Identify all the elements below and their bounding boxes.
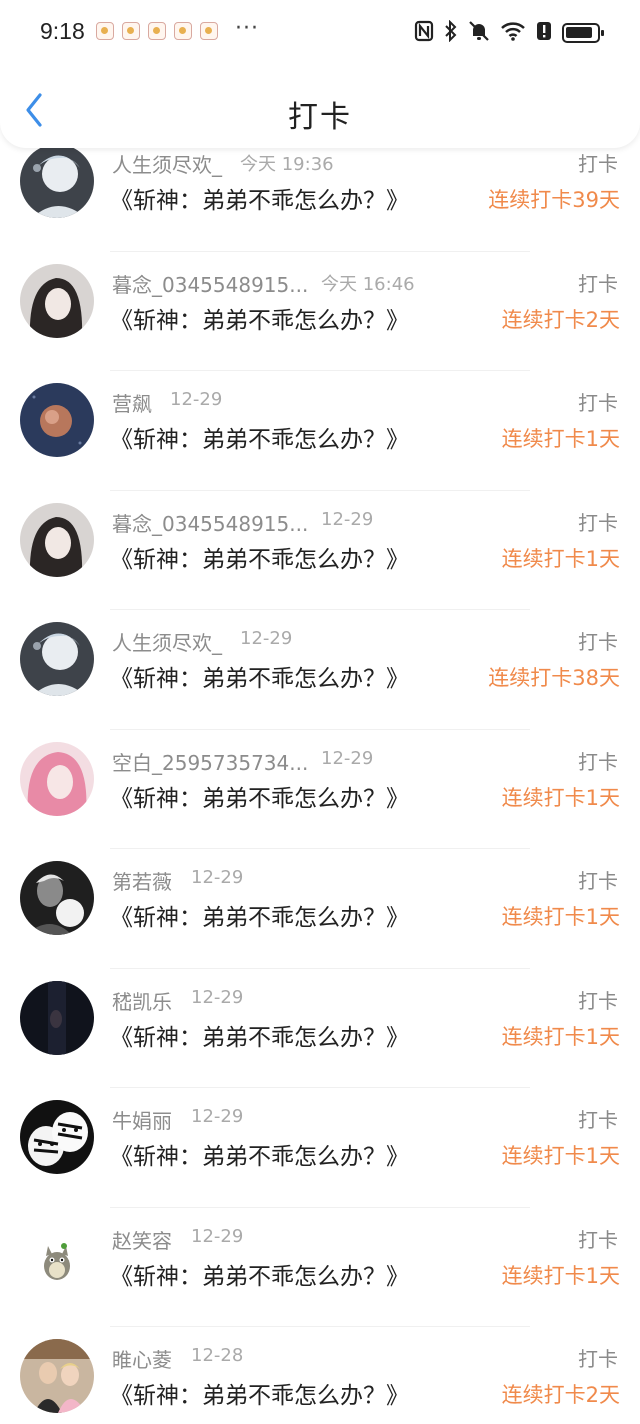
list-item[interactable]: 空白_2595735734... 12-29 打卡 《斩神：弟弟不乖怎么办？》 … xyxy=(0,730,640,849)
action-label: 打卡 xyxy=(578,630,618,654)
notification-app-icon xyxy=(122,22,140,40)
streak-label: 连续打卡1天 xyxy=(501,785,620,810)
streak-label: 连续打卡1天 xyxy=(501,427,620,451)
streak-label: 连续打卡1天 xyxy=(501,905,620,929)
post-time: 12-29 xyxy=(321,508,374,530)
streak-label: 连续打卡2天 xyxy=(501,1383,620,1407)
action-label: 打卡 xyxy=(578,510,618,535)
post-time: 12-29 xyxy=(321,747,374,769)
book-title[interactable]: 《斩神：弟弟不乖怎么办？》 xyxy=(110,1376,409,1410)
streak-label: 连续打卡1天 xyxy=(501,1144,620,1168)
mute-icon xyxy=(468,20,490,46)
book-title[interactable]: 《斩神：弟弟不乖怎么办？》 xyxy=(110,301,409,335)
user-name[interactable]: 牛娟丽 xyxy=(112,1105,172,1134)
post-time: 12-29 xyxy=(191,986,244,1008)
notification-app-icon xyxy=(96,22,114,40)
user-name[interactable]: 暮念_0345548915... xyxy=(112,269,308,298)
action-label: 打卡 xyxy=(578,1108,618,1132)
list-item[interactable]: 嵇凯乐 12-29 打卡 《斩神：弟弟不乖怎么办？》 连续打卡1天 xyxy=(0,969,640,1088)
notification-app-icon xyxy=(148,22,166,40)
post-time: 12-29 xyxy=(191,1225,244,1247)
list-item[interactable]: 暮念_0345548915... 今天 16:46 打卡 《斩神：弟弟不乖怎么办… xyxy=(0,252,640,371)
avatar[interactable] xyxy=(20,741,94,816)
streak-label: 连续打卡1天 xyxy=(501,546,620,571)
avatar[interactable] xyxy=(20,861,94,935)
notification-icons xyxy=(96,22,218,40)
user-name[interactable]: 暮念_0345548915... xyxy=(112,508,308,537)
status-bar: 9:18 ··· xyxy=(0,0,640,68)
list-item[interactable]: 第若薇 12-29 打卡 《斩神：弟弟不乖怎么办？》 连续打卡1天 xyxy=(0,849,640,969)
wifi-icon xyxy=(500,20,526,46)
user-name[interactable]: 人生须尽欢_ xyxy=(112,627,222,656)
book-title[interactable]: 《斩神：弟弟不乖怎么办？》 xyxy=(110,898,409,932)
user-name[interactable]: 第若薇 xyxy=(112,866,172,895)
book-title[interactable]: 《斩神：弟弟不乖怎么办？》 xyxy=(110,181,409,215)
action-label: 打卡 xyxy=(578,1347,618,1371)
book-title[interactable]: 《斩神：弟弟不乖怎么办？》 xyxy=(110,1018,409,1052)
user-name[interactable]: 营飙 xyxy=(112,388,152,417)
post-time: 12-28 xyxy=(191,1345,244,1366)
avatar[interactable] xyxy=(20,622,94,696)
list-item[interactable]: 暮念_0345548915... 12-29 打卡 《斩神：弟弟不乖怎么办？》 … xyxy=(0,491,640,610)
streak-label: 连续打卡1天 xyxy=(501,1263,620,1288)
action-label: 打卡 xyxy=(578,391,618,415)
post-time: 12-29 xyxy=(240,628,293,649)
avatar[interactable] xyxy=(20,1100,94,1174)
post-time: 12-29 xyxy=(170,389,223,410)
more-notifications-icon: ··· xyxy=(235,16,259,41)
streak-label: 连续打卡2天 xyxy=(501,307,620,332)
avatar[interactable] xyxy=(20,1339,94,1413)
action-label: 打卡 xyxy=(578,1227,618,1252)
action-label: 打卡 xyxy=(578,749,618,774)
streak-label: 连续打卡38天 xyxy=(488,666,620,690)
avatar[interactable] xyxy=(20,263,94,338)
bluetooth-icon xyxy=(444,19,458,46)
list-item[interactable]: 营飙 12-29 打卡 《斩神：弟弟不乖怎么办？》 连续打卡1天 xyxy=(0,371,640,491)
avatar[interactable] xyxy=(20,502,94,577)
book-title[interactable]: 《斩神：弟弟不乖怎么办？》 xyxy=(110,420,409,454)
avatar[interactable] xyxy=(20,980,94,1055)
book-title[interactable]: 《斩神：弟弟不乖怎么办？》 xyxy=(110,1137,409,1171)
book-title[interactable]: 《斩神：弟弟不乖怎么办？》 xyxy=(110,779,409,813)
post-time: 今天 19:36 xyxy=(240,154,334,175)
avatar[interactable] xyxy=(20,383,94,457)
action-label: 打卡 xyxy=(578,869,618,893)
post-time: 12-29 xyxy=(191,867,244,888)
post-time: 12-29 xyxy=(191,1106,244,1127)
action-label: 打卡 xyxy=(578,988,618,1013)
avatar[interactable] xyxy=(20,1219,94,1294)
user-name[interactable]: 空白_2595735734... xyxy=(112,747,308,776)
checkin-list: 人生须尽欢_ 今天 19:36 打卡 《斩神：弟弟不乖怎么办？》 连续打卡39天… xyxy=(0,132,640,1424)
alert-icon xyxy=(536,20,552,46)
user-name[interactable]: 嵇凯乐 xyxy=(112,986,172,1015)
system-icons xyxy=(414,19,604,46)
list-item[interactable]: 牛娟丽 12-29 打卡 《斩神：弟弟不乖怎么办？》 连续打卡1天 xyxy=(0,1088,640,1208)
book-title[interactable]: 《斩神：弟弟不乖怎么办？》 xyxy=(110,540,409,574)
list-item[interactable]: 赵笑容 12-29 打卡 《斩神：弟弟不乖怎么办？》 连续打卡1天 xyxy=(0,1208,640,1327)
action-label: 打卡 xyxy=(578,271,618,296)
action-label: 打卡 xyxy=(578,152,618,176)
nfc-icon xyxy=(414,20,434,46)
list-item[interactable]: 睢心菱 12-28 打卡 《斩神：弟弟不乖怎么办？》 连续打卡2天 xyxy=(0,1327,640,1424)
battery-icon xyxy=(562,23,604,43)
book-title[interactable]: 《斩神：弟弟不乖怎么办？》 xyxy=(110,1257,409,1291)
nav-header: 打卡 xyxy=(0,62,640,148)
streak-label: 连续打卡1天 xyxy=(501,1024,620,1049)
list-item[interactable]: 人生须尽欢_ 12-29 打卡 《斩神：弟弟不乖怎么办？》 连续打卡38天 xyxy=(0,610,640,730)
book-title[interactable]: 《斩神：弟弟不乖怎么办？》 xyxy=(110,659,409,693)
user-name[interactable]: 睢心菱 xyxy=(112,1344,172,1373)
streak-label: 连续打卡39天 xyxy=(488,188,620,212)
status-time: 9:18 xyxy=(40,18,85,44)
avatar[interactable] xyxy=(20,144,94,218)
page-title: 打卡 xyxy=(288,100,352,135)
list-item[interactable]: 人生须尽欢_ 今天 19:36 打卡 《斩神：弟弟不乖怎么办？》 连续打卡39天 xyxy=(0,132,640,252)
notification-app-icon xyxy=(200,22,218,40)
notification-app-icon xyxy=(174,22,192,40)
post-time: 今天 16:46 xyxy=(321,273,415,295)
user-name[interactable]: 赵笑容 xyxy=(112,1225,172,1254)
user-name[interactable]: 人生须尽欢_ xyxy=(112,149,222,178)
